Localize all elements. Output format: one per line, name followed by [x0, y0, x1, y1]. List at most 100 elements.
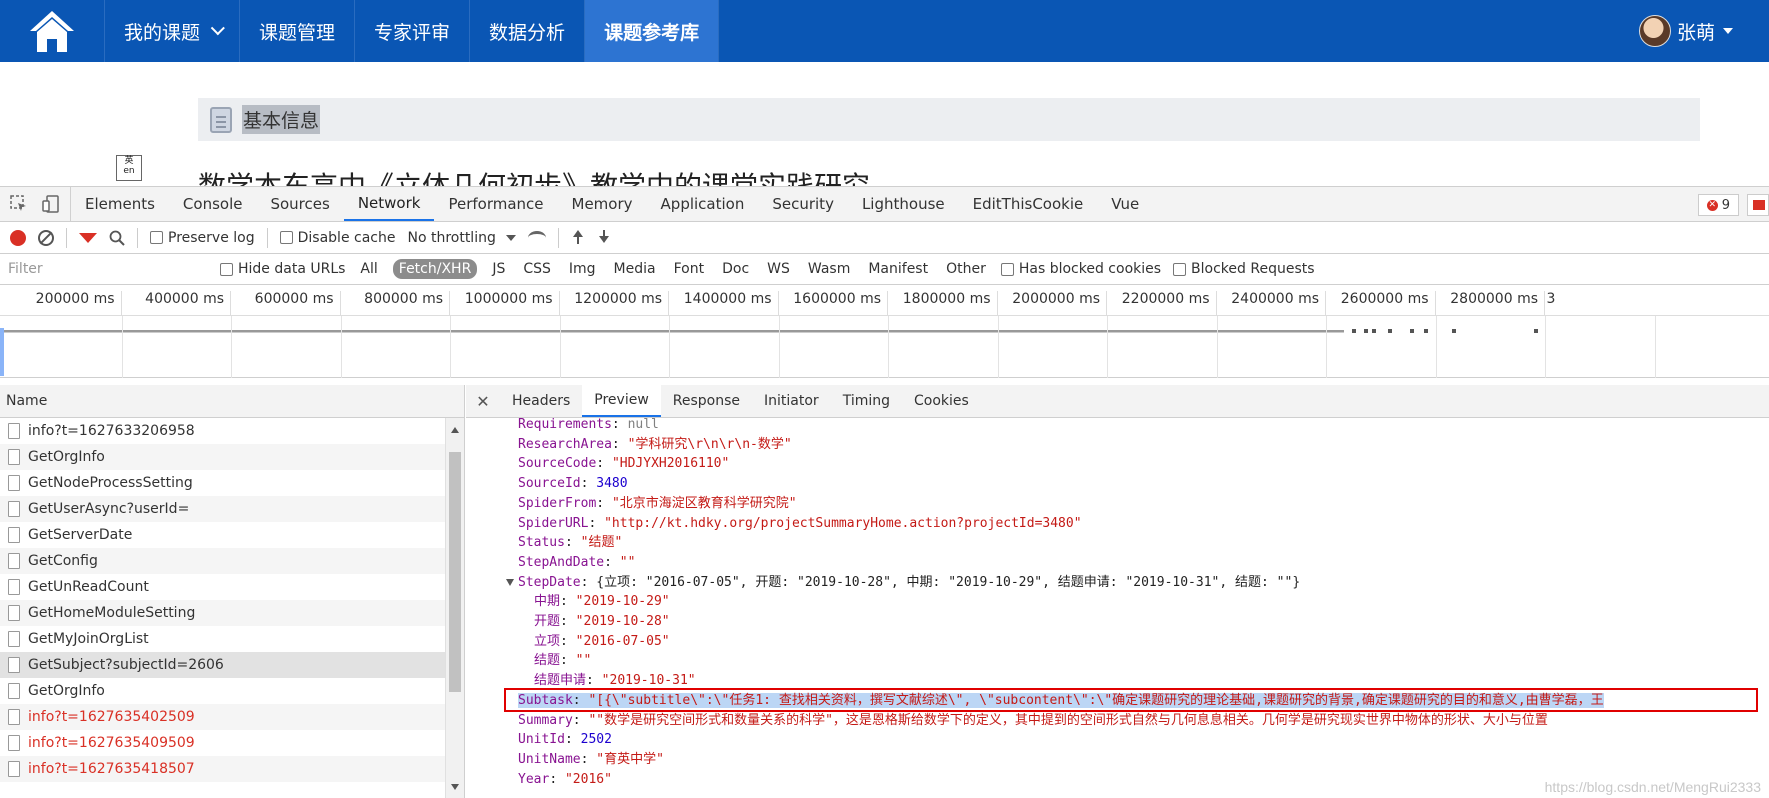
json-property[interactable]: SpiderFrom: "北京市海淀区教育科学研究院" — [518, 494, 797, 514]
json-property[interactable]: Subtask: "[{\"subtitle\":\"任务1: 查找相关资料，撰… — [518, 691, 1604, 711]
json-property[interactable]: 开题: "2019-10-28" — [534, 612, 670, 632]
json-property[interactable]: 立项: "2016-07-05" — [534, 632, 670, 652]
checkbox[interactable] — [279, 231, 293, 244]
filter-type-doc[interactable]: Doc — [719, 259, 752, 279]
filter-type-js[interactable]: JS — [489, 259, 508, 279]
tab-application[interactable]: Application — [647, 187, 759, 221]
export-har-icon[interactable] — [597, 229, 611, 246]
filter-type-css[interactable]: CSS — [520, 259, 554, 279]
json-property[interactable]: UnitId: 2502 — [518, 730, 612, 750]
nav-data-analysis[interactable]: 数据分析 — [470, 0, 586, 62]
home-button[interactable] — [0, 0, 105, 62]
disable-cache-checkbox[interactable]: Disable cache — [279, 230, 395, 246]
nav-subject-management[interactable]: 课题管理 — [240, 0, 356, 62]
nav-my-subjects[interactable]: 我的课题 — [105, 0, 241, 62]
tab-elements[interactable]: Elements — [71, 187, 169, 221]
tab-performance[interactable]: Performance — [434, 187, 557, 221]
request-list-scrollbar[interactable] — [445, 418, 464, 798]
preserve-log-checkbox[interactable]: Preserve log — [150, 230, 255, 246]
filter-type-img[interactable]: Img — [566, 259, 599, 279]
request-row[interactable]: GetHomeModuleSetting — [0, 600, 446, 626]
filter-type-other[interactable]: Other — [943, 259, 989, 279]
tab-sources[interactable]: Sources — [256, 187, 343, 221]
json-property[interactable]: 结题申请: "2019-10-31" — [534, 671, 696, 691]
has-blocked-cookies-checkbox[interactable]: Has blocked cookies — [1000, 261, 1161, 277]
filter-input[interactable]: Filter — [2, 257, 208, 281]
record-icon[interactable] — [10, 229, 26, 246]
expand-triangle-icon[interactable] — [506, 578, 514, 586]
json-property[interactable]: Status: "结题" — [518, 533, 622, 553]
tab-initiator[interactable]: Initiator — [752, 385, 831, 417]
checkbox[interactable] — [1173, 262, 1187, 276]
json-property[interactable]: SourceCode: "HDJYXH2016110" — [518, 454, 729, 474]
tab-response[interactable]: Response — [661, 385, 752, 417]
tab-lighthouse[interactable]: Lighthouse — [848, 187, 959, 221]
json-property[interactable]: StepDate: {立项: "2016-07-05", 开题: "2019-1… — [506, 573, 1300, 593]
device-toolbar-icon[interactable] — [42, 195, 60, 213]
nav-expert-review[interactable]: 专家评审 — [355, 0, 471, 62]
filter-type-ws[interactable]: WS — [764, 259, 793, 279]
json-property[interactable]: SourceId: 3480 — [518, 474, 628, 494]
tab-network[interactable]: Network — [343, 187, 435, 221]
scrollbar-thumb[interactable] — [449, 452, 461, 692]
json-property[interactable]: Requirements: null — [518, 418, 659, 435]
scroll-up-icon[interactable] — [451, 427, 459, 433]
blocked-requests-checkbox[interactable]: Blocked Requests — [1173, 261, 1315, 277]
request-row[interactable]: GetOrgInfo — [0, 678, 446, 704]
checkbox[interactable] — [1000, 262, 1014, 276]
request-row[interactable]: info?t=1627635402509 — [0, 704, 446, 730]
filter-type-wasm[interactable]: Wasm — [805, 259, 853, 279]
filter-type-fetch-xhr[interactable]: Fetch/XHR — [392, 259, 478, 279]
tab-console[interactable]: Console — [169, 187, 257, 221]
request-row[interactable]: info?t=1627633206958 — [0, 418, 446, 444]
json-property[interactable]: SpiderURL: "http://kt.hdky.org/projectSu… — [518, 514, 1082, 534]
filter-type-manifest[interactable]: Manifest — [865, 259, 931, 279]
user-menu[interactable]: 张萌 — [1638, 0, 1733, 62]
json-property[interactable]: 中期: "2019-10-29" — [534, 592, 670, 612]
name-column-header[interactable]: Name — [0, 385, 464, 418]
filter-type-media[interactable]: Media — [611, 259, 659, 279]
overview-selection-handle[interactable] — [0, 328, 4, 376]
checkbox[interactable] — [150, 231, 163, 244]
json-property[interactable]: Year: "2016" — [518, 770, 612, 790]
filter-icon[interactable] — [79, 232, 97, 243]
search-icon[interactable] — [109, 230, 125, 246]
network-conditions-icon[interactable] — [527, 230, 546, 245]
request-row[interactable]: GetNodeProcessSetting — [0, 470, 446, 496]
checkbox[interactable] — [220, 262, 233, 276]
tab-preview[interactable]: Preview — [582, 385, 661, 417]
timeline-overview[interactable] — [0, 316, 1769, 378]
request-row[interactable]: GetUserAsync?userId= — [0, 496, 446, 522]
clear-icon[interactable] — [38, 229, 54, 246]
json-property[interactable]: StepAndDate: "" — [518, 553, 635, 573]
inspect-element-icon[interactable] — [10, 195, 28, 213]
request-row[interactable]: GetConfig — [0, 548, 446, 574]
request-row[interactable]: GetServerDate — [0, 522, 446, 548]
issues-icon[interactable] — [1747, 194, 1769, 216]
json-property[interactable]: Summary: ""数学是研究空间形式和数量关系的科学"，这是恩格斯给数学下的… — [518, 711, 1548, 731]
json-property[interactable]: ResearchArea: "学科研究\r\n\r\n-数学" — [518, 435, 792, 455]
request-row[interactable]: GetOrgInfo — [0, 444, 446, 470]
scroll-down-icon[interactable] — [451, 784, 459, 790]
request-row[interactable]: info?t=1627635409509 — [0, 730, 446, 756]
tab-timing[interactable]: Timing — [831, 385, 902, 417]
hide-data-urls-checkbox[interactable]: Hide data URLs — [220, 261, 345, 277]
tab-security[interactable]: Security — [758, 187, 848, 221]
filter-type-all[interactable]: All — [357, 259, 380, 279]
request-row[interactable]: GetMyJoinOrgList — [0, 626, 446, 652]
request-row[interactable]: GetUnReadCount — [0, 574, 446, 600]
close-icon[interactable]: ✕ — [466, 385, 500, 417]
tab-vue[interactable]: Vue — [1097, 187, 1153, 221]
language-toggle-icon[interactable]: 英 en — [116, 155, 142, 181]
nav-reference-library[interactable]: 课题参考库 — [585, 0, 720, 62]
tab-headers[interactable]: Headers — [500, 385, 582, 417]
tab-cookies[interactable]: Cookies — [902, 385, 981, 417]
json-property[interactable]: 结题: "" — [534, 651, 591, 671]
import-har-icon[interactable] — [571, 229, 585, 246]
filter-type-font[interactable]: Font — [671, 259, 707, 279]
request-row[interactable]: info?t=1627635418507 — [0, 756, 446, 782]
error-count-badge[interactable]: ✕ 9 — [1697, 194, 1739, 216]
tab-editthiscookie[interactable]: EditThisCookie — [959, 187, 1098, 221]
json-property[interactable]: UnitName: "育英中学" — [518, 750, 664, 770]
tab-memory[interactable]: Memory — [558, 187, 647, 221]
